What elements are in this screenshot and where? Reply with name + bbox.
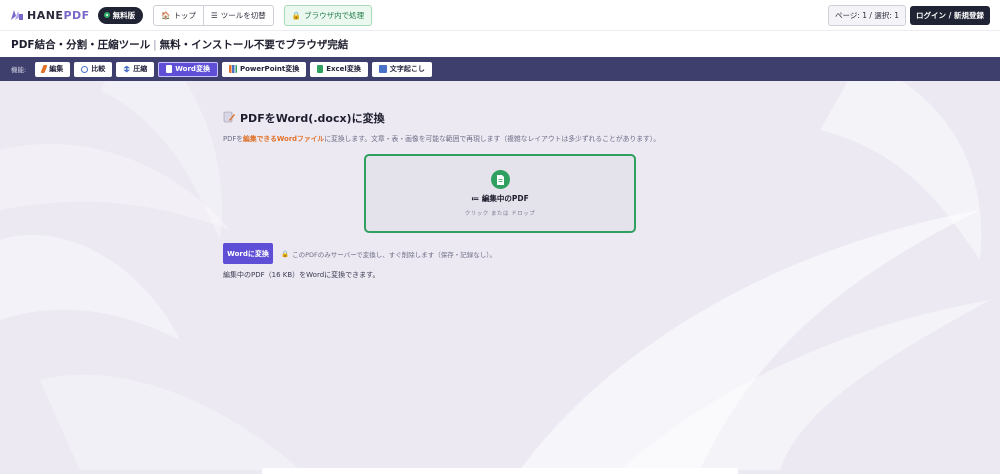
switch-tool-label: ツールを切替 — [220, 10, 266, 20]
tool-excel-button[interactable]: Excel変換 — [310, 61, 368, 77]
tool-transcribe-label: 文字起こし — [389, 65, 425, 73]
page-info-badge: ページ: 1 / 選択: 1 — [828, 4, 907, 26]
page-title-main: PDF結合・分割・圧縮ツール — [11, 38, 151, 51]
local-processing-label: ブラウザ内で処理 — [304, 10, 365, 20]
switch-tool-button[interactable]: ☰ ツールを切替 — [203, 5, 273, 25]
tool-word-button[interactable]: Word変換 — [158, 61, 218, 77]
logo[interactable]: HANEPDF — [10, 8, 90, 22]
menu-icon: ☰ — [211, 10, 218, 20]
top-bar: HANEPDF 無料版 🏠 トップ ☰ ツールを切替 🔒 ブラウザ内で処理 ペー… — [0, 0, 1000, 30]
tool-compare-label: 比較 — [91, 65, 106, 73]
logo-icon — [10, 8, 24, 22]
status-dot-icon — [103, 12, 110, 18]
function-toolbar: 機能: 編集 比較 圧縮 Word変換 PowerPoint変換 Excel変換… — [0, 57, 1000, 81]
free-plan-label: 無料版 — [112, 10, 136, 20]
tool-excel-label: Excel変換 — [326, 65, 361, 73]
top-button[interactable]: 🏠 トップ — [154, 6, 203, 25]
section-heading: PDFをWord(.docx)に変換 — [223, 110, 783, 126]
privacy-note-text: このPDFのみサーバーで変換し、すぐ削除します（保存・記録なし）。 — [292, 250, 497, 259]
free-plan-badge: 無料版 — [97, 6, 144, 24]
nav-button-group: 🏠 トップ ☰ ツールを切替 — [153, 4, 274, 26]
home-icon: 🏠 — [161, 10, 171, 20]
tool-word-label: Word変換 — [175, 65, 210, 73]
tool-edit-label: 編集 — [49, 65, 64, 73]
tool-compress-label: 圧縮 — [133, 65, 148, 73]
tool-powerpoint-button[interactable]: PowerPoint変換 — [221, 61, 307, 77]
magnifier-icon — [81, 65, 89, 73]
local-processing-badge: 🔒 ブラウザ内で処理 — [283, 4, 373, 26]
title-separator: | — [153, 38, 157, 51]
dropzone-hint: クリック または ドロップ — [464, 211, 536, 217]
privacy-note: 🔒 このPDFのみサーバーで変換し、すぐ削除します（保存・記録なし）。 — [281, 249, 496, 259]
convert-row: Wordに変換 🔒 このPDFのみサーバーで変換し、すぐ削除します（保存・記録な… — [223, 243, 496, 264]
pencil-icon — [40, 65, 48, 73]
section-heading-text: PDFをWord(.docx)に変換 — [240, 112, 385, 125]
tool-compare-button[interactable]: 比較 — [74, 61, 113, 77]
bottom-panel — [262, 468, 738, 474]
tool-powerpoint-label: PowerPoint変換 — [239, 65, 300, 73]
page-title: PDF結合・分割・圧縮ツール | 無料・インストール不要でブラウザ完結 — [11, 37, 348, 52]
document-icon — [166, 65, 173, 73]
lock-icon: 🔒 — [291, 10, 302, 20]
page-title-sub: 無料・インストール不要でブラウザ完結 — [159, 38, 349, 51]
compress-icon — [123, 65, 131, 73]
file-dropzone[interactable]: ≔ 編集中のPDF クリック または ドロップ — [364, 154, 636, 233]
tool-transcribe-button[interactable]: 文字起こし — [371, 61, 432, 77]
file-icon — [490, 170, 510, 189]
spreadsheet-icon — [317, 65, 324, 73]
lock-icon: 🔒 — [281, 249, 290, 258]
top-button-label: トップ — [173, 10, 197, 20]
document-edit-icon — [223, 111, 235, 126]
main-panel: PDFをWord(.docx)に変換 PDFを編集できるWordファイルに変換し… — [223, 110, 783, 143]
text-icon — [378, 65, 387, 73]
section-description: PDFを編集できるWordファイルに変換します。文章・表・画像を可能な範囲で再現… — [223, 135, 660, 143]
chart-icon — [228, 65, 237, 73]
convert-to-word-button[interactable]: Wordに変換 — [223, 243, 273, 264]
tool-edit-button[interactable]: 編集 — [35, 61, 71, 77]
toolbar-label: 機能: — [11, 66, 27, 74]
status-text: 編集中のPDF（16 KB）をWordに変換できます。 — [223, 271, 380, 279]
logo-text: HANEPDF — [27, 8, 90, 22]
login-button[interactable]: ログイン / 新規登録 — [910, 5, 990, 25]
top-right-area: ページ: 1 / 選択: 1 ログイン / 新規登録 — [828, 4, 990, 26]
dropzone-title: ≔ 編集中のPDF — [471, 194, 529, 203]
title-bar: PDF結合・分割・圧縮ツール | 無料・インストール不要でブラウザ完結 — [0, 30, 1000, 57]
tool-compress-button[interactable]: 圧縮 — [116, 61, 155, 77]
